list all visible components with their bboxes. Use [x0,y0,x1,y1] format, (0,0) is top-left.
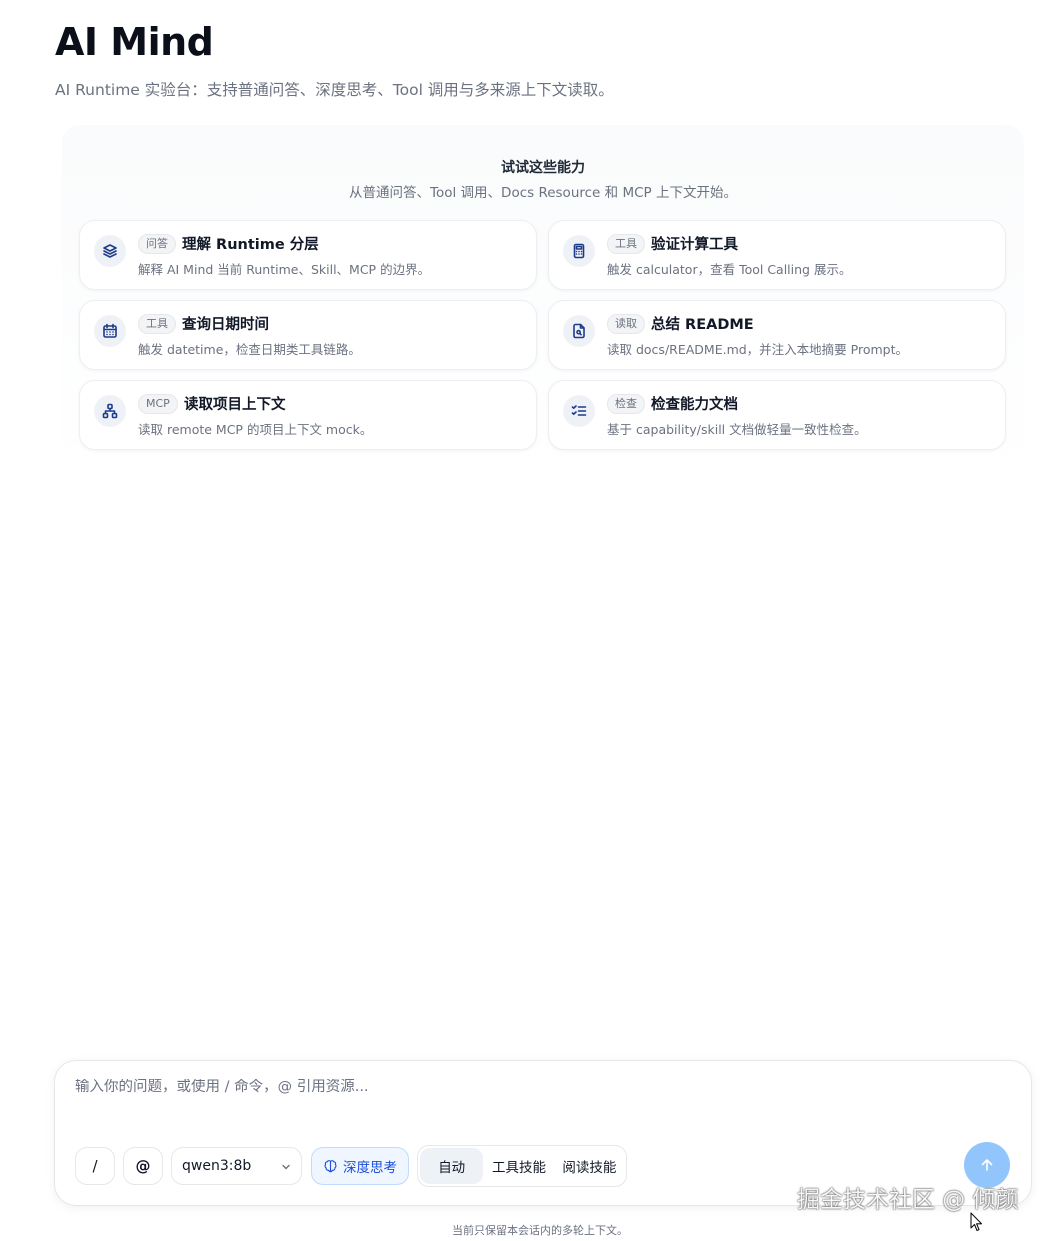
card-description: 触发 calculator，查看 Tool Calling 展示。 [607,262,852,277]
suggestion-card-readme[interactable]: 读取 总结 README 读取 docs/README.md，并注入本地摘要 P… [548,300,1006,370]
mode-option-auto[interactable]: 自动 [420,1148,484,1184]
app-subtitle: AI Runtime 实验台：支持普通问答、深度思考、Tool 调用与多来源上下… [55,81,614,99]
card-title: 验证计算工具 [651,237,738,253]
card-description: 读取 docs/README.md，并注入本地摘要 Prompt。 [607,342,908,357]
card-title: 总结 README [651,317,754,333]
arrow-up-icon [981,1159,993,1171]
card-description: 触发 datetime，检查日期类工具链路。 [138,342,361,357]
brain-icon [324,1159,337,1172]
layers-icon [94,235,126,267]
card-title: 理解 Runtime 分层 [182,237,319,253]
suggestion-card-mcp-context[interactable]: MCP 读取项目上下文 读取 remote MCP 的项目上下文 mock。 [79,380,537,450]
card-tag: 问答 [138,234,176,254]
suggestion-card-runtime-layers[interactable]: 问答 理解 Runtime 分层 解释 AI Mind 当前 Runtime、S… [79,220,537,290]
card-description: 基于 capability/skill 文档做轻量一致性检查。 [607,422,867,437]
mode-segmented-control: 自动 工具技能 阅读技能 [417,1145,627,1187]
calendar-icon [94,315,126,347]
watermark: 掘金技术社区 @ 倾颜 [797,1187,1019,1213]
card-description: 读取 remote MCP 的项目上下文 mock。 [138,422,373,437]
card-tag: 读取 [607,314,645,334]
card-tag: 检查 [607,394,645,414]
suggestion-card-datetime[interactable]: 工具 查询日期时间 触发 datetime，检查日期类工具链路。 [79,300,537,370]
card-tag: 工具 [607,234,645,254]
slash-command-button[interactable]: / [75,1147,115,1185]
mention-resource-button[interactable]: @ [123,1147,163,1185]
checklist-icon [563,395,595,427]
card-tag: 工具 [138,314,176,334]
calculator-icon [563,235,595,267]
card-description: 解释 AI Mind 当前 Runtime、Skill、MCP 的边界。 [138,262,431,277]
suggestions-panel: 试试这些能力 从普通问答、Tool 调用、Docs Resource 和 MCP… [62,125,1024,485]
card-title: 查询日期时间 [182,317,269,333]
footer-note: 当前只保留本会话内的多轮上下文。 [452,1224,628,1237]
suggestions-subtitle: 从普通问答、Tool 调用、Docs Resource 和 MCP 上下文开始。 [349,185,737,201]
deep-think-toggle[interactable]: 深度思考 [311,1147,409,1185]
app-title: AI Mind [55,20,214,64]
mode-option-tool-skills[interactable]: 工具技能 [483,1148,554,1184]
network-icon [94,395,126,427]
file-search-icon [563,315,595,347]
mode-option-reading-skills[interactable]: 阅读技能 [555,1148,624,1184]
card-title: 读取项目上下文 [184,397,286,413]
model-select-value: qwen3:8b [182,1158,252,1174]
suggestion-card-capability-docs[interactable]: 检查 检查能力文档 基于 capability/skill 文档做轻量一致性检查… [548,380,1006,450]
deep-think-label: 深度思考 [343,1160,397,1176]
model-select[interactable]: qwen3:8b [171,1147,302,1185]
card-tag: MCP [138,394,178,414]
suggestions-title: 试试这些能力 [501,160,585,176]
chevron-down-icon [282,1164,290,1170]
suggestion-card-calculator[interactable]: 工具 验证计算工具 触发 calculator，查看 Tool Calling … [548,220,1006,290]
card-title: 检查能力文档 [651,397,738,413]
message-input[interactable] [75,1079,975,1095]
